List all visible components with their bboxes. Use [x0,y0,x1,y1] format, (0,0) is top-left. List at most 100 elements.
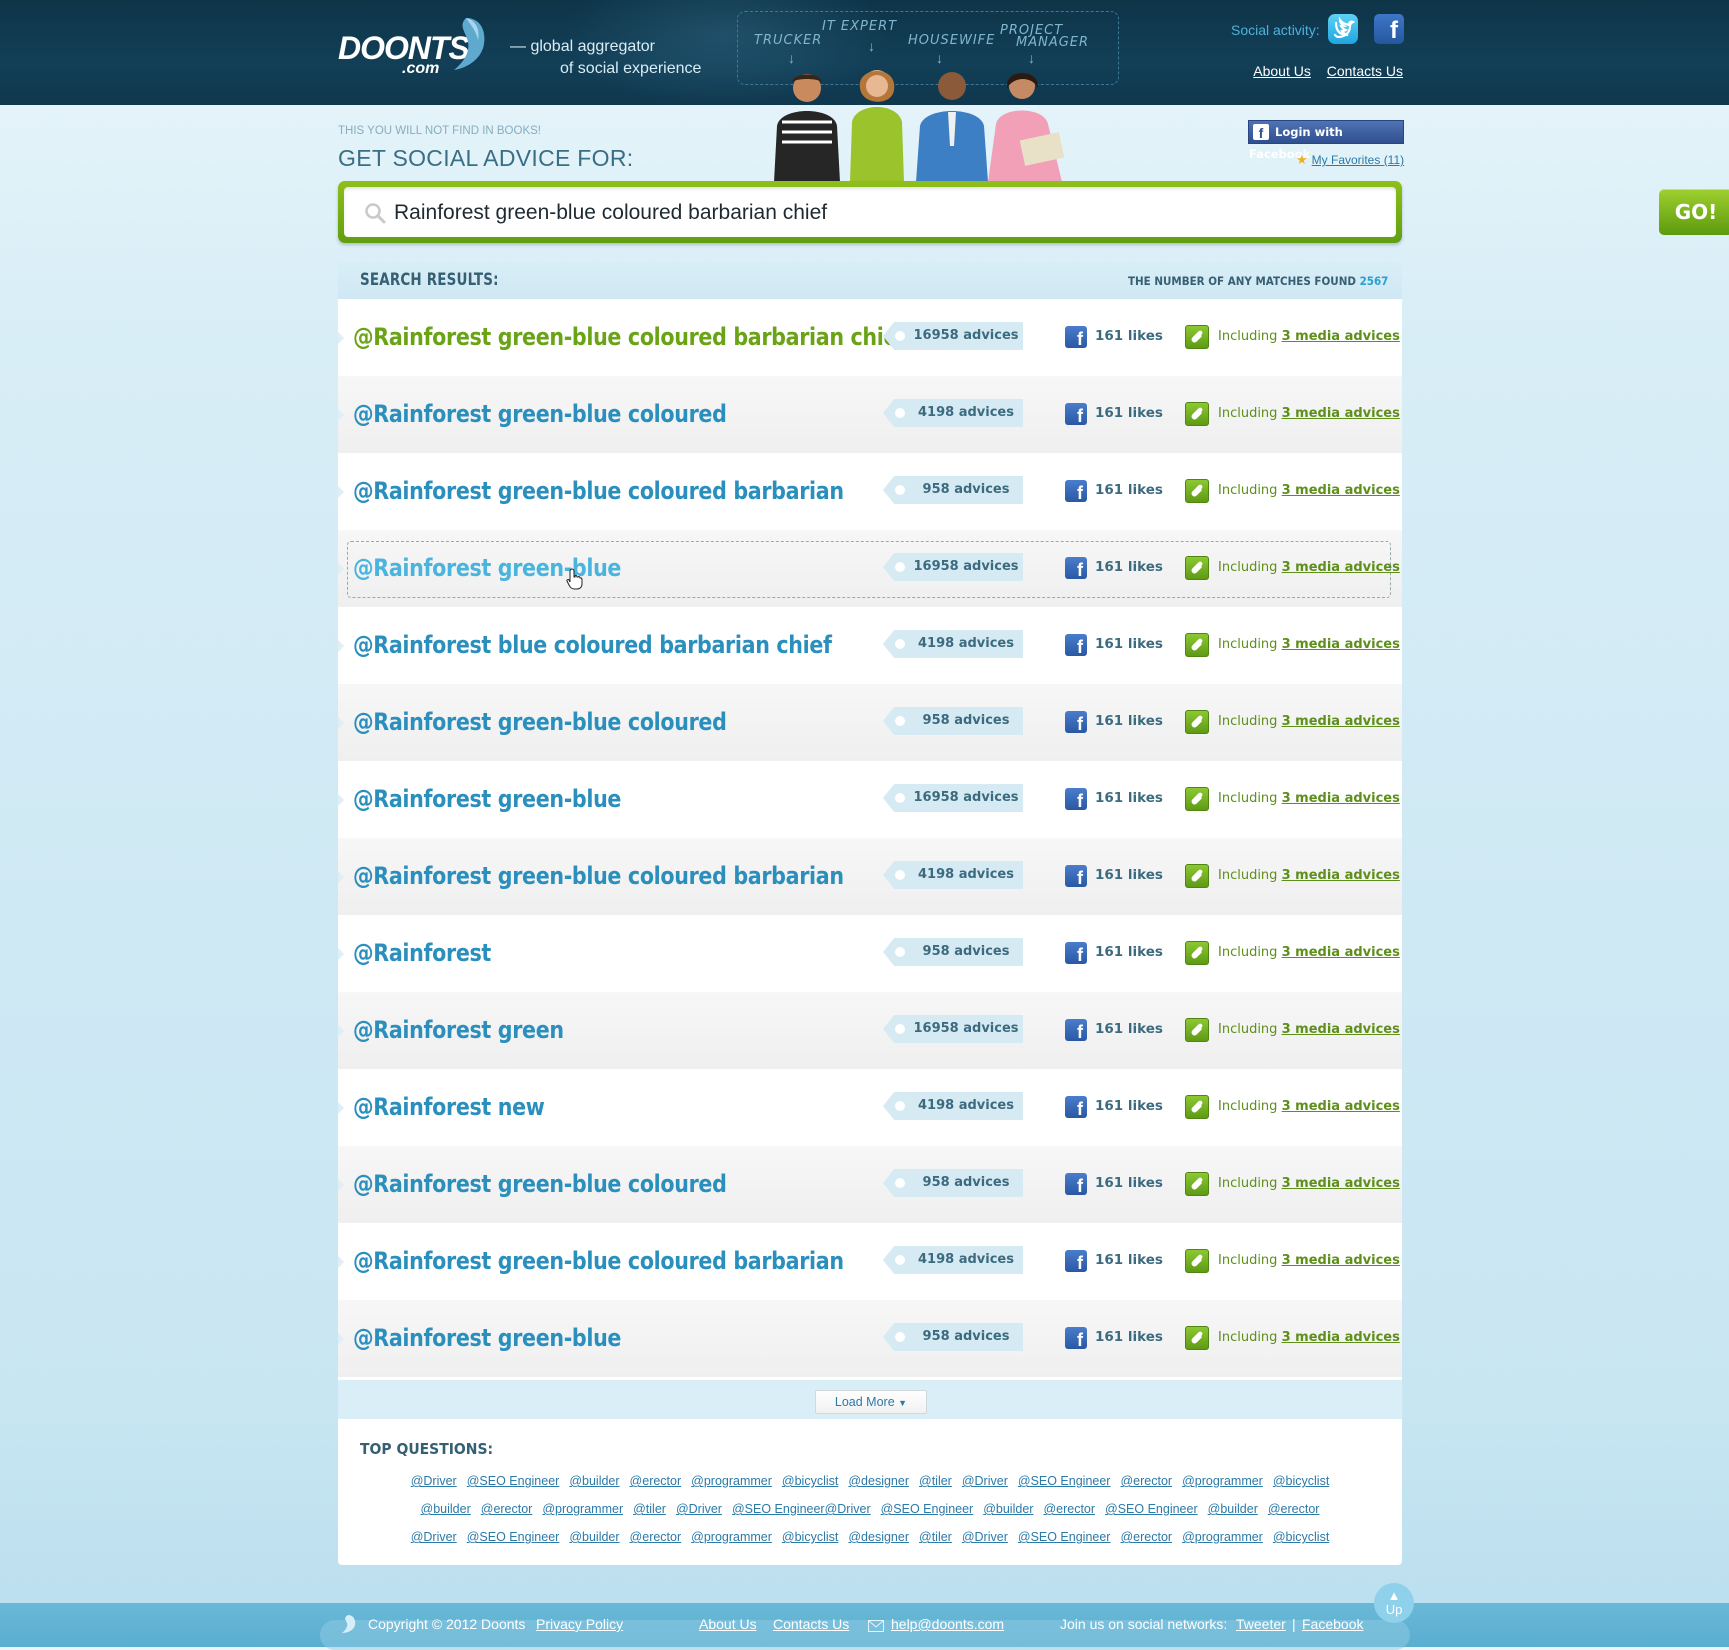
media-advices-link[interactable]: 3 media advices [1282,1022,1400,1037]
result-row[interactable]: @Rainforest new 4198 advices f 161 likes Inc… [338,1069,1402,1146]
result-row[interactable]: @Rainforest blue coloured barbarian chie… [338,607,1402,684]
result-row[interactable]: @Rainforest green-blue coloured 958 advic… [338,684,1402,761]
result-row[interactable]: @Rainforest green-blue coloured barbaria… [338,838,1402,915]
top-question-tag[interactable]: @SEO Engineer [1105,1502,1198,1516]
footer-about-link[interactable]: About Us [699,1616,757,1632]
result-row[interactable]: @Rainforest green-blue coloured barbaria… [338,299,1402,376]
top-question-tag[interactable]: @Driver [962,1530,1008,1544]
result-row[interactable]: @Rainforest green-blue coloured 4198 advi… [338,376,1402,453]
media-advices-link[interactable]: 3 media advices [1282,1330,1400,1345]
top-question-tag[interactable]: @designer [848,1530,909,1544]
top-question-tag[interactable]: @SEO Engineer [1018,1474,1111,1488]
likes-count: 161 likes [1095,1175,1163,1191]
top-question-tag[interactable]: @designer [848,1474,909,1488]
result-title[interactable]: @Rainforest green-blue coloured barbaria… [353,323,906,351]
top-question-tag[interactable]: @SEO Engineer [881,1502,974,1516]
top-question-tag[interactable]: @erector [630,1530,682,1544]
result-row[interactable]: @Rainforest 958 advices f 161 likes Includin… [338,915,1402,992]
result-title[interactable]: @Rainforest green-blue [353,785,621,813]
result-title[interactable]: @Rainforest green-blue coloured [353,400,727,428]
top-question-tag[interactable]: @builder [421,1502,471,1516]
media-advices-link[interactable]: 3 media advices [1282,637,1400,652]
top-question-tag[interactable]: @bicyclist [782,1530,838,1544]
result-title[interactable]: @Rainforest green-blue coloured [353,708,727,736]
top-question-tag[interactable]: @bicyclist [1273,1474,1329,1488]
top-question-tag[interactable]: @programmer [1182,1530,1263,1544]
result-title[interactable]: @Rainforest [353,939,491,967]
top-question-tag[interactable]: @SEO Engineer [467,1474,560,1488]
top-question-tag[interactable]: @erector [1120,1530,1172,1544]
media-advices-link[interactable]: 3 media advices [1282,1099,1400,1114]
result-title[interactable]: @Rainforest green-blue coloured barbaria… [353,1247,844,1275]
including-label: Including [1218,406,1278,421]
scroll-up-button[interactable]: ▲ Up [1374,1583,1414,1623]
top-question-tag[interactable]: @bicyclist [782,1474,838,1488]
media-advices-link[interactable]: 3 media advices [1282,868,1400,883]
go-button[interactable]: GO! [1659,189,1729,235]
result-row[interactable]: @Rainforest green 16958 advices f 161 likes… [338,992,1402,1069]
facebook-icon[interactable]: f [1374,14,1404,44]
top-question-tag[interactable]: @erector [630,1474,682,1488]
top-question-tag[interactable]: @erector [1043,1502,1095,1516]
media-advices-link[interactable]: 3 media advices [1282,791,1400,806]
result-row[interactable]: @Rainforest green-blue 16958 advices f 161 … [338,530,1402,607]
media-advices-link[interactable]: 3 media advices [1282,406,1400,421]
media-advices-link[interactable]: 3 media advices [1282,945,1400,960]
top-question-tag[interactable]: @builder [983,1502,1033,1516]
login-with-facebook-button[interactable]: f Login with Facebook [1248,120,1404,161]
footer-contacts-link[interactable]: Contacts Us [773,1616,849,1632]
top-question-tag[interactable]: @programmer [691,1530,772,1544]
media-advices-text: Including 3 media advices [1218,1176,1400,1191]
result-title[interactable]: @Rainforest blue coloured barbarian chie… [353,631,832,659]
top-question-tag[interactable]: @Driver [962,1474,1008,1488]
top-question-tag[interactable]: @bicyclist [1273,1530,1329,1544]
my-favorites-link[interactable]: My Favorites (11) [1312,153,1404,167]
top-question-tag[interactable]: @SEO Engineer@Driver [732,1502,871,1516]
result-row[interactable]: @Rainforest green-blue coloured 958 advic… [338,1146,1402,1223]
media-advices-link[interactable]: 3 media advices [1282,1176,1400,1191]
top-question-tag[interactable]: @builder [569,1474,619,1488]
result-row[interactable]: @Rainforest green-blue 958 advices f 161 li… [338,1300,1402,1377]
result-title[interactable]: @Rainforest green [353,1016,564,1044]
top-question-tag[interactable]: @programmer [1182,1474,1263,1488]
media-advices-link[interactable]: 3 media advices [1282,714,1400,729]
search-input[interactable] [392,187,1316,239]
twitter-icon[interactable] [1328,14,1358,44]
facebook-link[interactable]: Facebook [1302,1616,1363,1632]
result-title[interactable]: @Rainforest green-blue [353,1324,621,1352]
top-question-tag[interactable]: @Driver [411,1474,457,1488]
top-question-tag[interactable]: @builder [1208,1502,1258,1516]
top-question-tag[interactable]: @erector [1268,1502,1320,1516]
top-question-tag[interactable]: @erector [481,1502,533,1516]
top-question-tag[interactable]: @Driver [411,1530,457,1544]
top-question-tag[interactable]: @tiler [919,1474,952,1488]
top-question-tag[interactable]: @programmer [691,1474,772,1488]
result-row[interactable]: @Rainforest green-blue coloured barbaria… [338,1223,1402,1300]
privacy-policy-link[interactable]: Privacy Policy [536,1616,623,1632]
media-advices-link[interactable]: 3 media advices [1282,329,1400,344]
result-row[interactable]: @Rainforest green-blue 16958 advices f 161 … [338,761,1402,838]
top-question-tag[interactable]: @builder [569,1530,619,1544]
result-row[interactable]: @Rainforest green-blue coloured barbaria… [338,453,1402,530]
top-question-tag[interactable]: @tiler [919,1530,952,1544]
result-title[interactable]: @Rainforest green-blue coloured barbaria… [353,862,844,890]
top-question-tag[interactable]: @Driver [676,1502,722,1516]
top-question-tag[interactable]: @SEO Engineer [1018,1530,1111,1544]
nav-about-us[interactable]: About Us [1253,63,1311,79]
top-question-tag[interactable]: @tiler [633,1502,666,1516]
top-question-tag[interactable]: @SEO Engineer [467,1530,560,1544]
load-more-button[interactable]: Load More ▼ [815,1390,927,1414]
search-icon [365,203,386,224]
media-advices-link[interactable]: 3 media advices [1282,1253,1400,1268]
result-title[interactable]: @Rainforest green-blue coloured [353,1170,727,1198]
media-advices-link[interactable]: 3 media advices [1282,560,1400,575]
result-title[interactable]: @Rainforest new [353,1093,545,1121]
result-title[interactable]: @Rainforest green-blue coloured barbaria… [353,477,844,505]
top-question-tag[interactable]: @erector [1120,1474,1172,1488]
top-question-tag[interactable]: @programmer [542,1502,623,1516]
tweeter-link[interactable]: Tweeter [1236,1616,1286,1632]
nav-contacts-us[interactable]: Contacts Us [1327,63,1403,79]
site-logo[interactable]: DOONTS .com [338,16,498,77]
media-advices-link[interactable]: 3 media advices [1282,483,1400,498]
email-link[interactable]: help@doonts.com [891,1616,1004,1632]
